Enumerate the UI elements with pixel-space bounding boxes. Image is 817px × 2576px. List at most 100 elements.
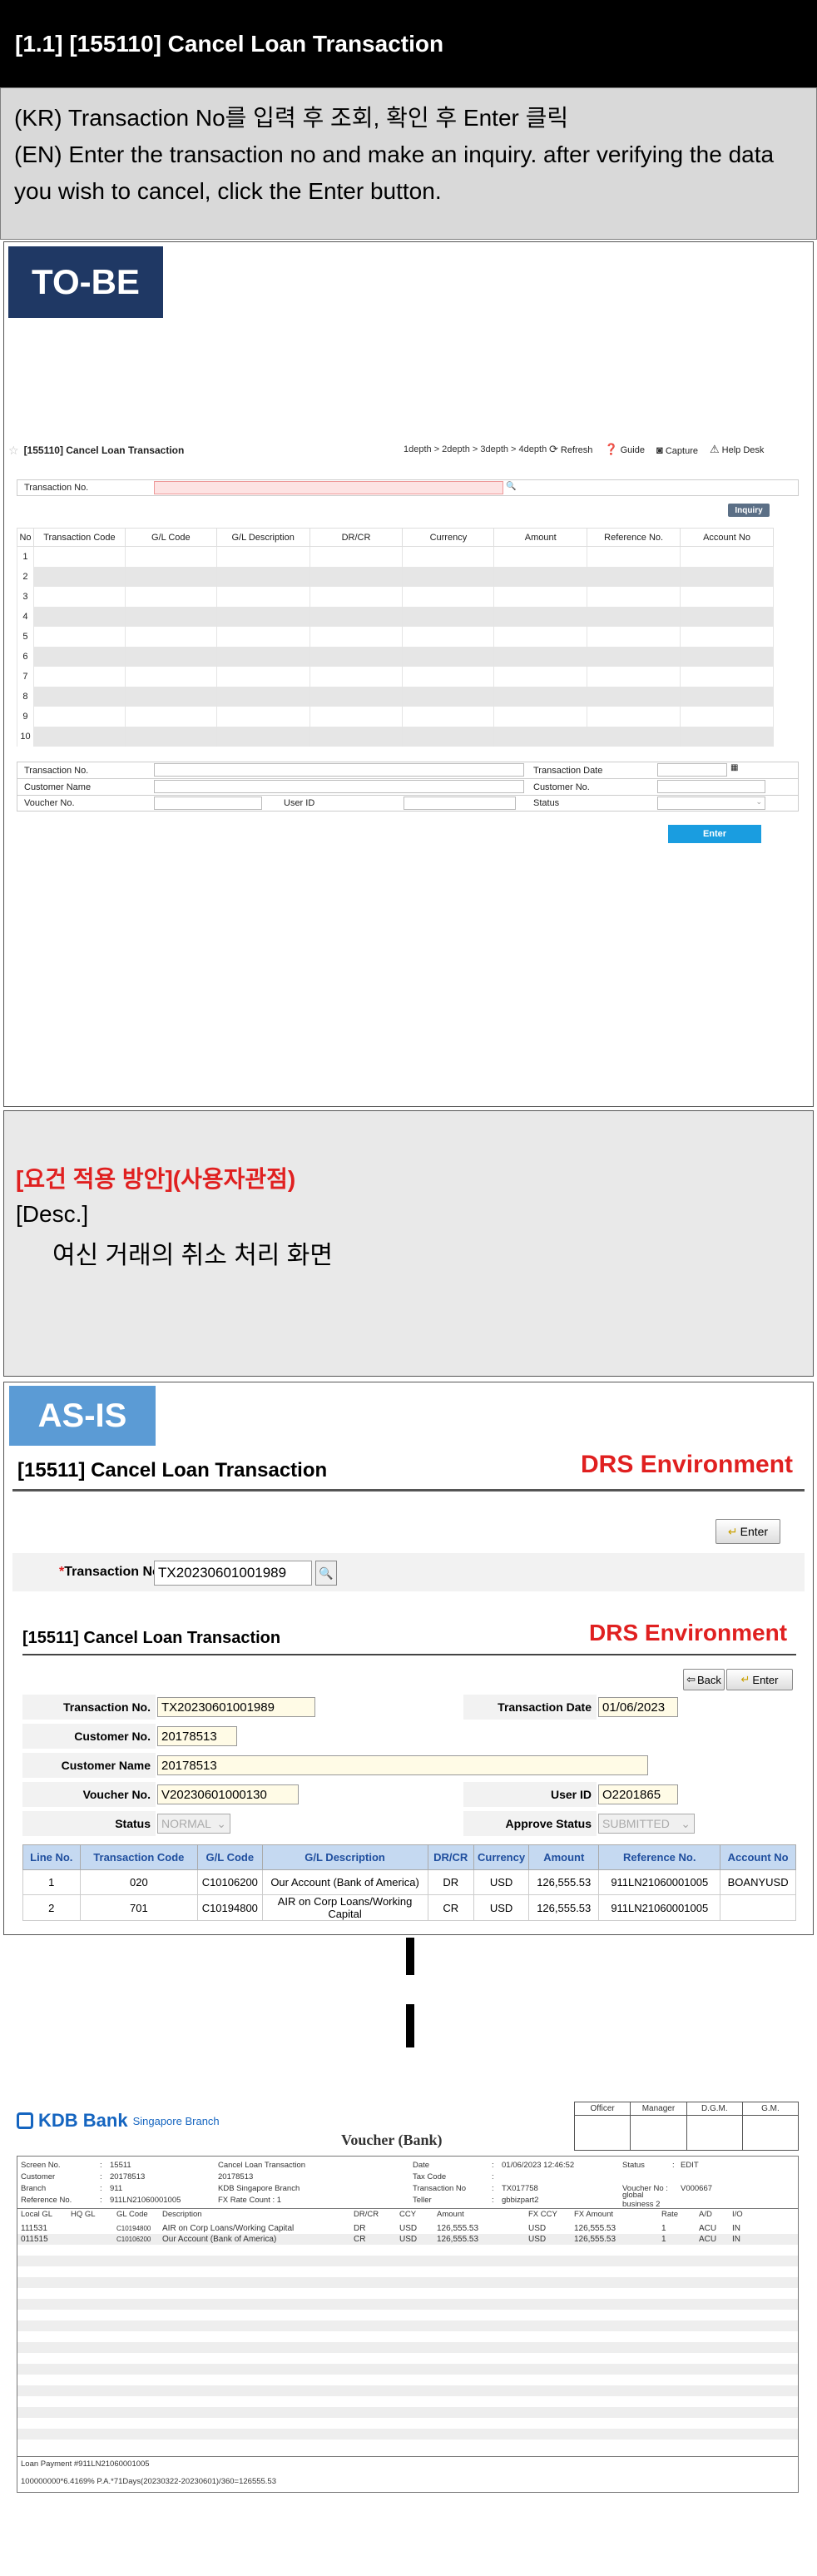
grid-cell xyxy=(587,726,681,747)
grid-cell xyxy=(680,726,774,747)
voucher-line xyxy=(17,2385,798,2396)
voucher-info-row: Customer:20178513 20178513 xyxy=(21,2171,384,2182)
helpdesk-button[interactable]: ⚠ Help Desk xyxy=(710,443,764,456)
grid-cell xyxy=(680,666,774,687)
voucher-info-cell: Status xyxy=(622,2160,645,2170)
voucher-info-cell: : xyxy=(492,2183,494,2193)
asis-enter-button-2[interactable]: ↵ Enter xyxy=(726,1669,793,1690)
voucher-line-cell: ACU xyxy=(699,2235,717,2244)
grid-cell xyxy=(32,706,126,727)
capture-button[interactable]: ◙ Capture xyxy=(656,444,698,456)
approve-status-select[interactable]: SUBMITTED ⌄ xyxy=(598,1814,695,1834)
voucher-line-header-cell: I/O xyxy=(732,2210,743,2219)
voucher-line xyxy=(17,2266,798,2277)
table-row[interactable]: 2 701 C10194800 AIR on Corp Loans/Workin… xyxy=(22,1894,796,1921)
search-icon[interactable]: 🔍 xyxy=(506,482,516,491)
approve-status-label: Approve Status xyxy=(463,1811,597,1836)
grid-row[interactable]: 2 xyxy=(17,566,774,587)
voucher-label: Voucher No. xyxy=(22,1782,156,1807)
grid-cell xyxy=(493,586,588,607)
form-txn-date-input[interactable] xyxy=(657,763,727,777)
capture-label: Capture xyxy=(665,445,698,456)
sign-box xyxy=(741,2115,800,2151)
row-number: 4 xyxy=(17,606,34,627)
grid-cell xyxy=(680,686,774,707)
grid-cell xyxy=(309,606,404,627)
grid-row[interactable]: 6 xyxy=(17,646,774,667)
table-cell: BOANYUSD xyxy=(720,1869,796,1895)
voucher-line: 011515 C10106200 Our Account (Bank of Amer… xyxy=(17,2234,798,2245)
grid-cell xyxy=(680,606,774,627)
form-cust-name-input[interactable] xyxy=(154,780,524,793)
voucher-info-row: Reference No.:911LN21060001005 FX Rate Co… xyxy=(21,2194,384,2206)
asis-txn-input[interactable]: TX20230601001989 xyxy=(154,1561,312,1586)
voucher-line-header-cell: FX CCY xyxy=(528,2210,557,2219)
asis-frame: AS-IS [15511] Cancel Loan Transaction DR… xyxy=(3,1382,814,1935)
grid-cell xyxy=(493,706,588,727)
cust-name-value[interactable]: 20178513 xyxy=(157,1755,648,1775)
grid-row[interactable]: 10 xyxy=(17,726,774,747)
voucher-line-header-cell: Description xyxy=(162,2210,202,2219)
voucher-info-left: Screen No.:15511 Cancel Loan Transaction C… xyxy=(21,2159,384,2206)
requirement-desc-label: [Desc.] xyxy=(16,1201,89,1227)
grid-cell xyxy=(309,546,404,567)
guide-button[interactable]: ❓ Guide xyxy=(604,443,645,456)
favorite-star-icon[interactable]: ☆ xyxy=(8,444,19,458)
row-number: 5 xyxy=(17,626,34,647)
user-id-value[interactable]: O2201865 xyxy=(598,1784,678,1804)
grid-row[interactable]: 4 xyxy=(17,606,774,627)
grid-row[interactable]: 1 xyxy=(17,546,774,567)
voucher-info-cell: Teller xyxy=(413,2195,432,2205)
voucher-line-cell: USD xyxy=(399,2224,418,2233)
form-status-select[interactable]: ⌄ xyxy=(657,797,765,810)
txn-date-value[interactable]: 01/06/2023 xyxy=(598,1697,678,1717)
grid-cell xyxy=(32,626,126,647)
grid-header: Reference No. xyxy=(587,528,681,547)
asis-enter-button-1[interactable]: ↵ Enter xyxy=(715,1519,780,1544)
table-header: Transaction Code xyxy=(79,1844,199,1870)
form-user-id-input[interactable] xyxy=(404,797,516,810)
table-cell: C10194800 xyxy=(197,1894,263,1921)
search-icon[interactable]: 🔍 xyxy=(315,1561,337,1586)
voucher-line-header-cell: CCY xyxy=(399,2210,417,2219)
grid-cell xyxy=(124,686,217,707)
voucher-line-cell: IN xyxy=(732,2235,740,2244)
form-txn-no-input[interactable] xyxy=(154,763,524,777)
form-voucher-input[interactable] xyxy=(154,797,262,810)
voucher-line: 111531 C10194800 AIR on Corp Loans/Working… xyxy=(17,2223,798,2234)
asis-badge-label: AS-IS xyxy=(37,1397,127,1434)
calendar-icon[interactable]: ▦ xyxy=(730,763,738,772)
refresh-icon: ⟳ xyxy=(549,443,558,455)
enter-button[interactable]: Enter xyxy=(668,825,761,843)
grid-row[interactable]: 7 xyxy=(17,666,774,687)
grid-row[interactable]: 9 xyxy=(17,706,774,727)
voucher-value[interactable]: V20230601000130 xyxy=(157,1784,299,1804)
refresh-button[interactable]: ⟳ Refresh xyxy=(549,443,592,456)
row-number: 2 xyxy=(17,566,34,587)
voucher-info-cell: 15511 xyxy=(110,2160,131,2170)
table-row[interactable]: 1 020 C10106200 Our Account (Bank of Ame… xyxy=(22,1869,796,1895)
cust-no-value[interactable]: 20178513 xyxy=(157,1726,237,1746)
voucher-info-cell: Reference No. xyxy=(21,2195,72,2205)
table-header: Reference No. xyxy=(598,1844,721,1870)
voucher-info-cell: Screen No. xyxy=(21,2160,61,2170)
voucher-line-cell: 126,555.53 xyxy=(574,2224,616,2233)
txn-no-label: Transaction No. xyxy=(22,1695,156,1720)
voucher-title: Voucher (Bank) xyxy=(341,2132,443,2148)
asis-back-button[interactable]: ⇦ Back xyxy=(683,1669,725,1690)
table-cell: 911LN21060001005 xyxy=(598,1894,721,1921)
inquiry-button[interactable]: Inquiry xyxy=(728,504,770,517)
txn-no-input[interactable] xyxy=(154,481,503,494)
grid-row[interactable]: 3 xyxy=(17,586,774,607)
voucher-info-row: Branch:911 KDB Singapore Branch xyxy=(21,2182,384,2194)
grid-row[interactable]: 8 xyxy=(17,686,774,707)
kdb-logo: KDB Bank Singapore Branch xyxy=(17,2110,220,2132)
form-txn-no-label: Transaction No. xyxy=(24,765,89,776)
txn-no-value[interactable]: TX20230601001989 xyxy=(157,1697,315,1717)
description-box: (KR) Transaction No를 입력 후 조회, 확인 후 Enter… xyxy=(0,87,817,240)
divider xyxy=(17,2456,798,2457)
status-select[interactable]: NORMAL ⌄ xyxy=(157,1814,230,1834)
form-cust-no-input[interactable] xyxy=(657,780,765,793)
grid-cell xyxy=(587,686,681,707)
grid-row[interactable]: 5 xyxy=(17,626,774,647)
